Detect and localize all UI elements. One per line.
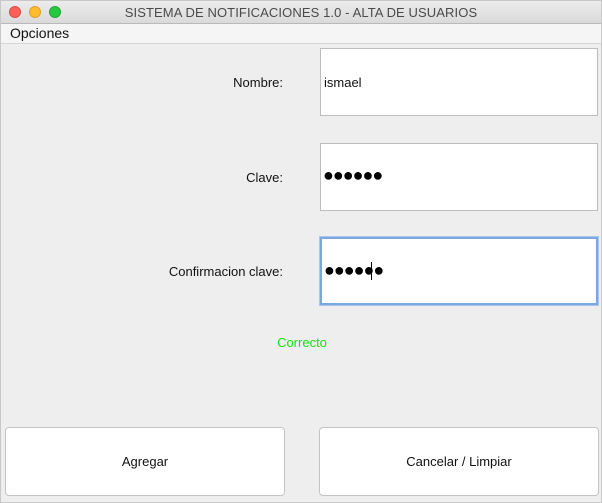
app-window: SISTEMA DE NOTIFICACIONES 1.0 - ALTA DE …	[0, 0, 602, 503]
clave-field[interactable]: ●●●●●●	[320, 143, 598, 211]
clave-label: Clave:	[246, 170, 283, 185]
validation-status: Correcto	[277, 335, 327, 350]
confirmacion-clave-field[interactable]: ●●●●●●	[320, 237, 598, 305]
title-bar[interactable]: SISTEMA DE NOTIFICACIONES 1.0 - ALTA DE …	[1, 1, 601, 24]
clave-masked-value: ●●●●●●	[323, 165, 383, 185]
menu-opciones[interactable]: Opciones	[10, 25, 69, 41]
nombre-field[interactable]: ismael	[320, 48, 598, 116]
confirmacion-clave-label: Confirmacion clave:	[168, 264, 283, 279]
confirmacion-clave-masked-value: ●●●●●●	[324, 260, 384, 280]
nombre-value: ismael	[324, 75, 362, 90]
menu-bar: Opciones	[1, 24, 601, 44]
window-title: SISTEMA DE NOTIFICACIONES 1.0 - ALTA DE …	[124, 5, 478, 20]
nombre-label: Nombre:	[233, 75, 283, 90]
text-caret	[371, 262, 372, 280]
agregar-button[interactable]: Agregar	[5, 427, 285, 496]
cancelar-limpiar-button[interactable]: Cancelar / Limpiar	[319, 427, 599, 496]
